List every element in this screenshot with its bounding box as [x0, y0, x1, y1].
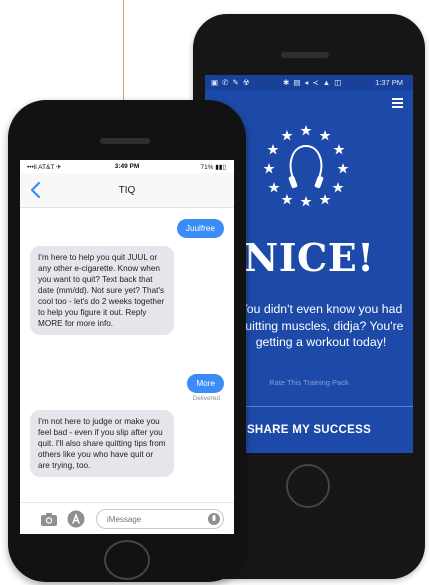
message-input[interactable]: [96, 509, 224, 529]
android-status-bar: ▣ ✆ ✎ ☢ ✱ ▤ ◂ ≺ ▲ ◫ 1:37 PM: [205, 75, 413, 90]
hamburger-menu-icon[interactable]: [392, 98, 403, 108]
incoming-message: I'm here to help you quit JUUL or any ot…: [30, 246, 174, 335]
contact-name: TIQ: [118, 185, 136, 196]
conversation-header: TIQ: [20, 173, 234, 208]
outgoing-message: Juulfree: [176, 219, 224, 238]
microphone-icon[interactable]: [208, 512, 220, 526]
outgoing-message: More: [187, 374, 224, 393]
status-system-icons: ✱ ▤ ◂ ≺ ▲ ◫: [283, 78, 343, 87]
phone-earpiece: [100, 138, 150, 144]
android-home-button[interactable]: [286, 464, 330, 508]
battery-indicator: 71% ▮▮▯: [200, 164, 226, 171]
jump-rope-stars-badge-icon: [263, 125, 349, 207]
status-time: 1:37 PM: [375, 78, 403, 87]
phone-earpiece: [281, 52, 329, 58]
compose-bar: [20, 502, 234, 534]
iphone: •••ll AT&T ✈ 3:49 PM 71% ▮▮▯ TIQ Juulfre…: [8, 100, 246, 582]
messages-screen: •••ll AT&T ✈ 3:49 PM 71% ▮▮▯ TIQ Juulfre…: [20, 160, 234, 534]
delivered-status: Delivered: [192, 395, 220, 402]
iphone-home-button[interactable]: [104, 540, 150, 580]
app-store-icon[interactable]: [67, 510, 85, 528]
encouragement-message: You didn't even know you had quitting mu…: [238, 302, 404, 349]
decorative-divider-line: [123, 0, 124, 110]
status-notification-icons: ▣ ✆ ✎ ☢: [211, 78, 251, 87]
ios-status-bar: •••ll AT&T ✈ 3:49 PM 71% ▮▮▯: [20, 160, 234, 173]
camera-icon[interactable]: [40, 512, 58, 527]
incoming-message: I'm not here to judge or make you feel b…: [30, 410, 174, 477]
